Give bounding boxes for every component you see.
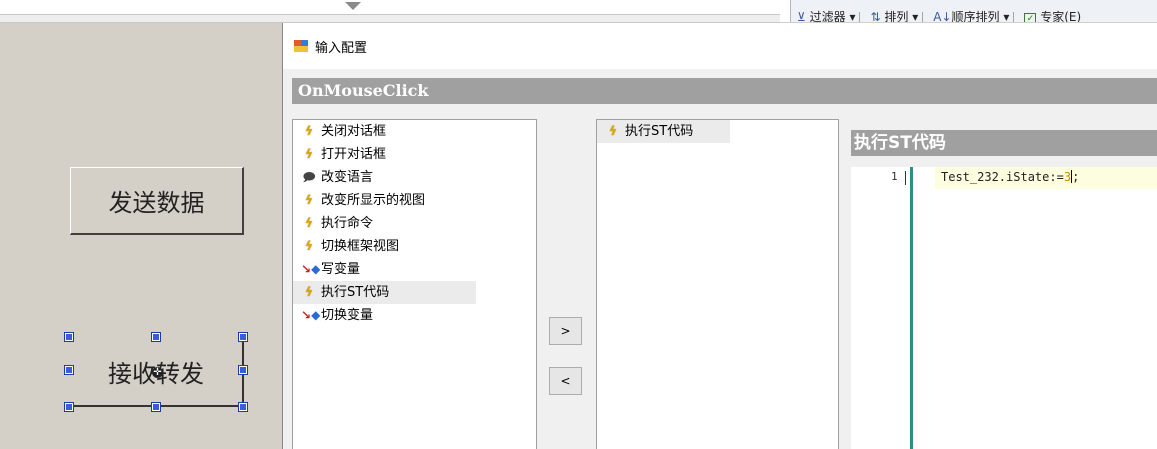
add-action-button[interactable]: >: [549, 317, 582, 345]
action-item-change-language[interactable]: 🗩 改变语言: [293, 166, 536, 189]
order-icon: A↓: [933, 10, 952, 22]
sort-icon: ⇅: [870, 10, 881, 22]
speech-icon: 🗩: [302, 170, 316, 184]
gutter-divider: [910, 167, 913, 449]
action-item-change-view[interactable]: ϟ 改变所显示的视图: [293, 189, 536, 212]
st-code-panel-title: 执行ST代码: [851, 130, 1157, 156]
sort-button[interactable]: ⇅ 排列 ▾: [870, 8, 918, 22]
action-item-toggle-variable[interactable]: ↘◆ 切换变量: [293, 304, 536, 327]
bolt-icon: ϟ: [305, 239, 313, 253]
resize-handle-top-left[interactable]: [65, 333, 73, 341]
dialog-app-icon: [294, 40, 308, 52]
action-item-switch-frame-view[interactable]: ϟ 切换框架视图: [293, 235, 536, 258]
move-handle-icon[interactable]: ✛: [152, 367, 163, 378]
ide-toolbar: ⊻ 过滤器 ▾ ⇅ 排列 ▾ A↓顺序排列 ▾ ✓ 专家(E): [790, 0, 1157, 22]
action-item-write-variable[interactable]: ↘◆ 写变量: [293, 258, 536, 281]
filter-button[interactable]: ⊻ 过滤器 ▾: [797, 8, 855, 22]
resize-handle-bottom-right[interactable]: [239, 403, 247, 411]
order-button[interactable]: A↓顺序排列 ▾: [933, 8, 1009, 22]
dialog-title: 输入配置: [315, 41, 368, 56]
bolt-icon: ϟ: [305, 147, 313, 161]
action-item-execute-command[interactable]: ϟ 执行命令: [293, 212, 536, 235]
available-actions-list[interactable]: ϟ 关闭对话框 ϟ 打开对话框 🗩 改变语言 ϟ 改变所显示的视图 ϟ 执行命令 ϟ 切换框…: [292, 119, 537, 449]
resize-handle-left[interactable]: [65, 366, 73, 374]
funnel-icon: ⊻: [797, 10, 806, 22]
resize-handle-bottom-left[interactable]: [65, 403, 73, 411]
resize-handle-top-right[interactable]: [239, 333, 247, 341]
line-marker: [905, 171, 906, 185]
code-line-1[interactable]: Test_232.iState:=3;: [941, 170, 1079, 184]
write-variable-icon: ↘◆: [301, 262, 321, 276]
send-data-label: 发送数据: [108, 189, 205, 217]
event-name-header: OnMouseClick: [292, 78, 1157, 104]
send-data-button[interactable]: 发送数据: [70, 167, 244, 235]
bolt-icon: ϟ: [305, 285, 313, 299]
horizontal-scrollbar[interactable]: [0, 14, 780, 23]
dialog-titlebar[interactable]: 输入配置: [283, 23, 1157, 69]
action-item-execute-st-code[interactable]: ϟ 执行ST代码: [293, 281, 476, 304]
line-number: 1: [891, 170, 898, 183]
bolt-icon: ϟ: [305, 124, 313, 138]
st-code-editor[interactable]: 1 Test_232.iState:=3;: [851, 167, 1157, 449]
input-configuration-dialog: 输入配置 OnMouseClick ϟ 关闭对话框 ϟ 打开对话框 🗩 改变语言 ϟ改…: [282, 23, 1157, 449]
configured-actions-list[interactable]: ϟ 执行ST代码: [596, 119, 839, 449]
bolt-icon: ϟ: [609, 124, 617, 138]
resize-handle-bottom[interactable]: [152, 403, 160, 411]
resize-handle-right[interactable]: [239, 366, 247, 374]
action-item-open-dialog[interactable]: ϟ 打开对话框: [293, 143, 536, 166]
action-item-close-dialog[interactable]: ϟ 关闭对话框: [293, 120, 536, 143]
bolt-icon: ϟ: [305, 216, 313, 230]
checkbox-checked-icon: ✓: [1024, 13, 1037, 22]
splitter-arrow-icon[interactable]: [345, 2, 361, 10]
partial-checkbox[interactable]: ✓ 专家(E): [1024, 8, 1081, 22]
resize-handle-top[interactable]: [152, 333, 160, 341]
bolt-icon: ϟ: [305, 193, 313, 207]
write-variable-icon: ↘◆: [301, 308, 321, 322]
configured-item-execute-st-code[interactable]: ϟ 执行ST代码: [597, 120, 730, 143]
remove-action-button[interactable]: <: [549, 367, 582, 395]
